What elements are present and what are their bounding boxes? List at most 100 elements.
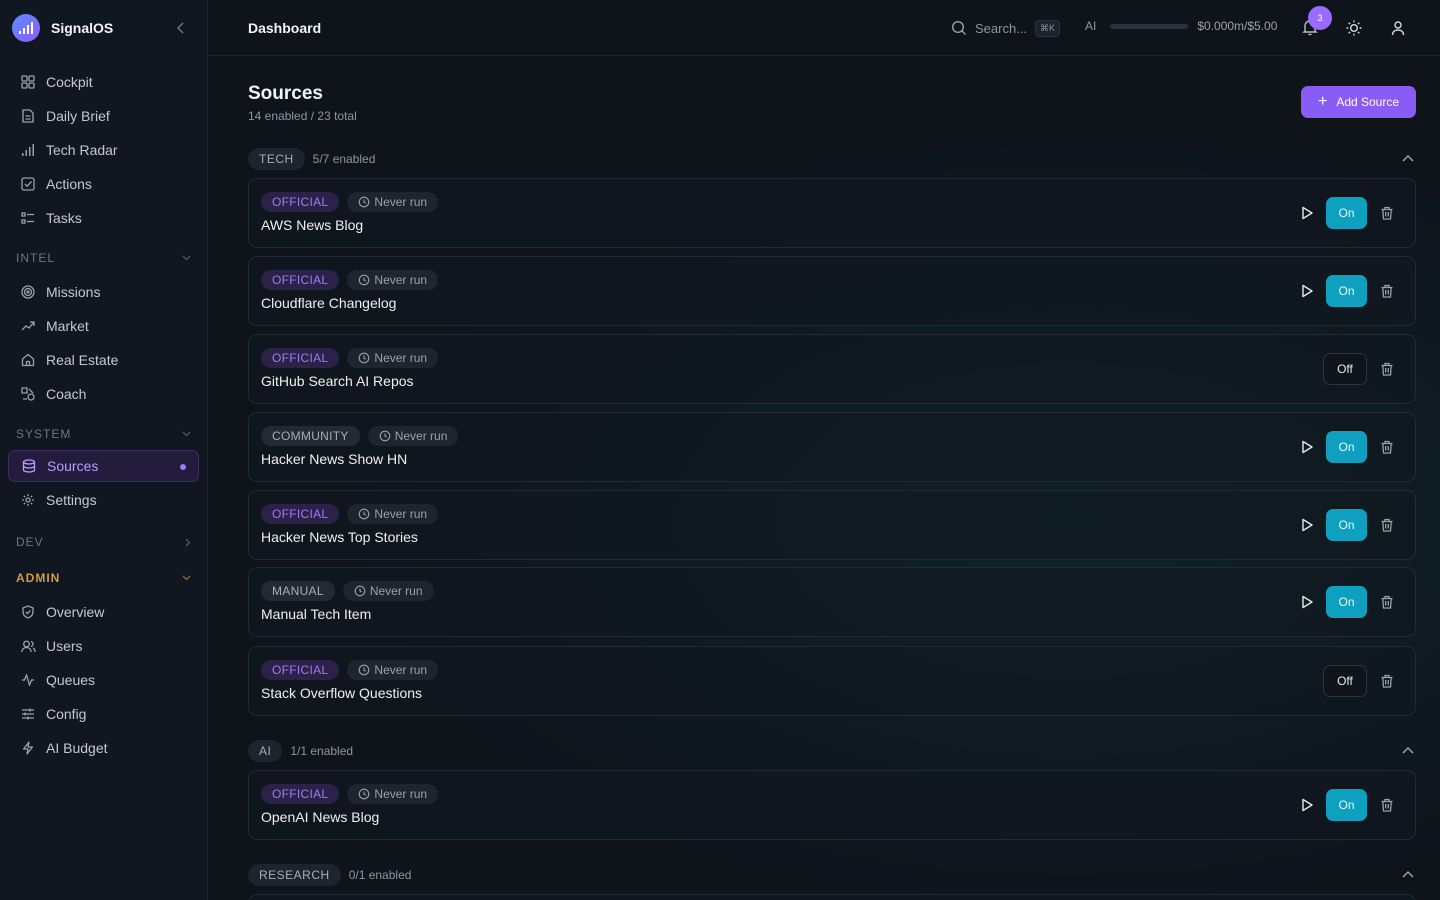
nav-label: Queues [46,672,96,688]
enabled-toggle[interactable]: Off [1323,665,1367,697]
theme-toggle-button[interactable] [1345,19,1363,37]
nav-tech-radar[interactable]: Tech Radar [8,134,199,166]
enabled-toggle[interactable]: On [1326,275,1367,307]
clock-icon [359,196,370,208]
nav-coach[interactable]: Coach [8,378,199,410]
target-icon [20,284,36,300]
trash-icon[interactable] [1380,595,1394,609]
sidebar: SignalOS Cockpit Daily Brief Tech Radar … [0,0,208,900]
run-status: Never run [374,351,428,365]
nav-label: Overview [46,604,105,620]
chevron-down-icon [182,575,191,581]
group-count: 5/7 enabled [312,152,376,166]
nav-actions[interactable]: Actions [8,168,199,200]
ai-cost: $0.000m/$5.00 [1197,19,1278,33]
nav-label: Settings [46,492,97,508]
chevron-up-icon[interactable] [1400,743,1416,759]
source-name: OpenAI News Blog [261,809,380,825]
nav-market[interactable]: Market [8,310,199,342]
run-status-badge: Never run [347,784,439,804]
section-admin[interactable]: ADMIN [8,568,199,588]
nav-config[interactable]: Config [8,698,199,730]
enabled-toggle[interactable]: On [1326,431,1367,463]
enabled-toggle[interactable]: Off [1323,353,1367,385]
trash-icon[interactable] [1380,798,1394,812]
play-icon[interactable] [1300,518,1314,532]
nav-ai-budget[interactable]: AI Budget [8,732,199,764]
nav-label: Tech Radar [46,142,118,158]
source-name: Manual Tech Item [261,606,372,622]
run-status-badge: Never run [347,270,439,290]
run-status: Never run [374,507,428,521]
sun-icon [1346,20,1362,36]
trash-icon[interactable] [1380,674,1394,688]
run-status-badge: Never run [347,348,439,368]
search-button[interactable]: Search... ⌘K [951,16,1061,40]
enabled-toggle[interactable]: On [1326,509,1367,541]
ai-usage-bar [1110,23,1189,29]
sliders-icon [20,706,36,722]
run-status-badge: Never run [342,581,434,601]
source-card-partial [248,894,1416,900]
shapes-icon [20,386,36,402]
add-source-button[interactable]: + Add Source [1301,86,1416,118]
nav-daily-brief[interactable]: Daily Brief [8,100,199,132]
nav-missions[interactable]: Missions [8,276,199,308]
play-icon[interactable] [1300,595,1314,609]
group-tag: AI [248,740,283,762]
run-status: Never run [369,584,423,598]
collapse-sidebar-button[interactable] [173,20,189,36]
section-dev[interactable]: DEV [8,532,199,552]
play-icon[interactable] [1300,798,1314,812]
source-type-badge: OFFICIAL [261,270,340,290]
section-label: INTEL [16,251,56,265]
section-intel[interactable]: INTEL [8,248,199,268]
clock-icon [359,274,370,286]
shield-icon [20,604,36,620]
trash-icon[interactable] [1380,284,1394,298]
chevron-up-icon[interactable] [1400,867,1416,883]
section-label: DEV [16,535,44,549]
trend-up-icon [20,318,36,334]
nav-cockpit[interactable]: Cockpit [8,66,199,98]
source-card: OFFICIAL Never run AWS News Blog On [248,178,1416,248]
trash-icon[interactable] [1380,518,1394,532]
trash-icon[interactable] [1380,362,1394,376]
run-status-badge: Never run [347,504,439,524]
trash-icon[interactable] [1380,440,1394,454]
group-tag: RESEARCH [248,864,341,886]
nav-label: Users [46,638,83,654]
group-count: 1/1 enabled [290,744,354,758]
source-type-badge: OFFICIAL [261,660,340,680]
page-title: Sources [248,83,323,104]
trash-icon[interactable] [1380,206,1394,220]
nav-label: Market [46,318,89,334]
search-icon [951,20,966,35]
nav-settings[interactable]: Settings [8,484,199,516]
search-shortcut: ⌘K [1035,19,1061,37]
section-system[interactable]: SYSTEM [8,424,199,444]
run-status: Never run [374,787,428,801]
active-indicator [180,464,186,470]
nav-label: Config [46,706,87,722]
enabled-toggle[interactable]: On [1326,586,1367,618]
enabled-toggle[interactable]: On [1326,789,1367,821]
chevron-up-icon[interactable] [1400,151,1416,167]
play-icon[interactable] [1300,284,1314,298]
user-menu-button[interactable] [1389,19,1407,37]
run-status: Never run [374,195,428,209]
nav-real-estate[interactable]: Real Estate [8,344,199,376]
notification-badge: 3 [1308,6,1332,30]
brand: SignalOS [0,0,207,56]
play-icon[interactable] [1300,206,1314,220]
nav-queues[interactable]: Queues [8,664,199,696]
nav-tasks[interactable]: Tasks [8,202,199,234]
clock-icon [354,585,366,597]
nav-overview[interactable]: Overview [8,596,199,628]
nav-users[interactable]: Users [8,630,199,662]
play-icon[interactable] [1300,440,1314,454]
nav-label: Sources [47,458,99,474]
nav-sources[interactable]: Sources [8,450,199,482]
enabled-toggle[interactable]: On [1326,197,1367,229]
group-header-ai: AI 1/1 enabled [248,740,1416,762]
